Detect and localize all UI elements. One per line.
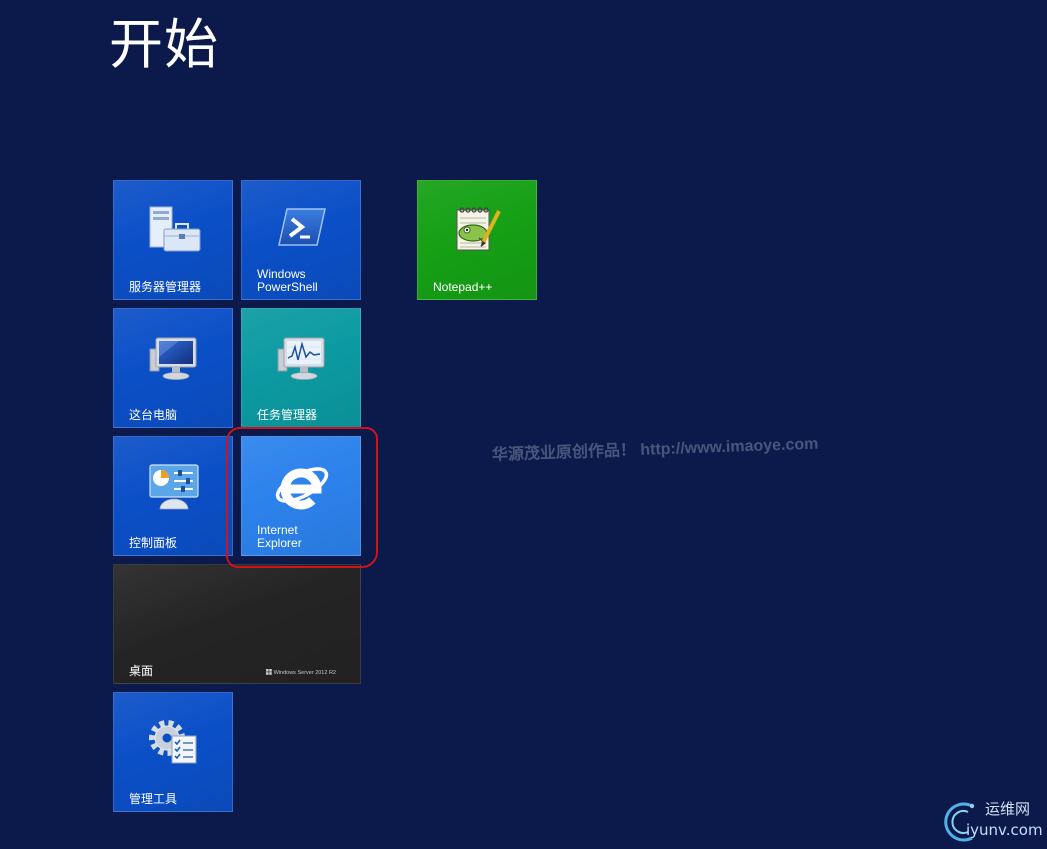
admin-tools-icon xyxy=(148,718,200,771)
tile-label-text: 任务管理器 xyxy=(257,408,318,422)
tile-label-text: 管理工具 xyxy=(129,792,178,806)
tile-label: Windows PowerShell xyxy=(257,268,318,294)
tile-label-text: 桌面 xyxy=(129,664,154,678)
desktop-branding-text: Windows Server 2012 R2 xyxy=(273,670,336,676)
tile-label: 服务器管理器 xyxy=(129,281,201,294)
tile-control-panel[interactable]: 控制面板 xyxy=(113,436,233,556)
tile-label: Notepad++ xyxy=(433,281,492,294)
start-screen-title: 开始 xyxy=(109,15,219,75)
tile-label: 这台电脑 xyxy=(129,409,177,422)
task-manager-icon xyxy=(277,335,327,386)
tile-admin-tools[interactable]: 管理工具 xyxy=(113,692,233,812)
site-logo: 运维网 iyunv.com xyxy=(942,798,1045,844)
internet-explorer-icon xyxy=(272,458,332,521)
tile-label: 桌面 xyxy=(129,665,153,678)
desktop-branding: Windows Server 2012 R2 xyxy=(265,669,336,677)
tile-label-text: Notepad++ xyxy=(433,280,493,294)
control-panel-icon xyxy=(148,463,200,516)
windows-logo-icon xyxy=(265,669,272,677)
tile-label: 任务管理器 xyxy=(257,409,317,422)
tile-powershell[interactable]: Windows PowerShell xyxy=(241,180,361,300)
tile-internet-explorer[interactable]: Internet Explorer xyxy=(241,436,361,556)
tile-this-pc[interactable]: 这台电脑 xyxy=(113,308,233,428)
powershell-icon xyxy=(278,208,326,251)
tile-label: Internet Explorer xyxy=(257,524,302,550)
tile-label-line2: Explorer xyxy=(257,536,302,550)
tile-task-manager[interactable]: 任务管理器 xyxy=(241,308,361,428)
computer-icon xyxy=(149,335,199,386)
tile-label-text: 这台电脑 xyxy=(129,408,178,422)
tile-label-line2: PowerShell xyxy=(257,280,318,294)
site-logo-domain: iyunv.com xyxy=(966,821,1043,839)
tile-server-manager[interactable]: 服务器管理器 xyxy=(113,180,233,300)
tile-desktop[interactable]: Windows Server 2012 R2 桌面 xyxy=(113,564,361,684)
tile-label-text: 控制面板 xyxy=(129,536,178,550)
notepad-plus-plus-icon xyxy=(453,205,503,258)
tile-label: 管理工具 xyxy=(129,793,177,806)
tile-label-text: 服务器管理器 xyxy=(129,280,202,294)
site-logo-name: 运维网 xyxy=(985,800,1031,818)
server-manager-icon xyxy=(148,205,202,260)
tile-notepad-plus-plus[interactable]: Notepad++ xyxy=(417,180,537,300)
tile-label: 控制面板 xyxy=(129,537,177,550)
watermark: 华源茂业原创作品！ http://www.imaoye.com xyxy=(491,435,819,464)
